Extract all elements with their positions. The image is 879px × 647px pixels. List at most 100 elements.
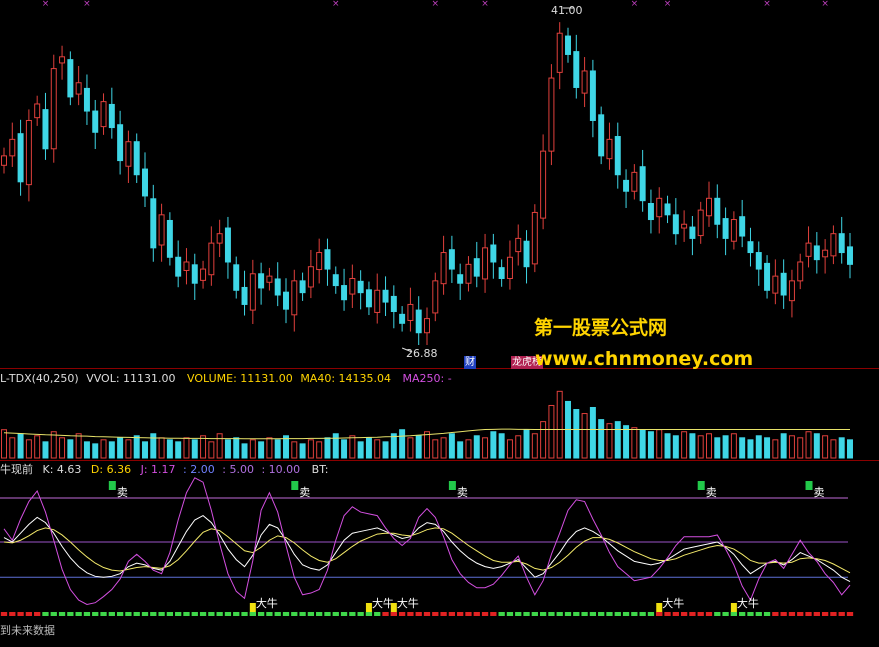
status-strip-cell — [821, 612, 829, 616]
volume-bar — [407, 437, 414, 459]
buy-signal-label: 大牛 — [397, 596, 419, 610]
candle-body — [125, 141, 132, 167]
candle-body — [697, 209, 704, 237]
volume-bar — [183, 437, 190, 459]
volume-indicator-name[interactable]: L-TDX(40,250) — [0, 372, 79, 385]
status-strip-cell — [705, 612, 713, 616]
status-strip-cell — [589, 612, 597, 616]
status-strip-cell — [257, 612, 265, 616]
status-strip-cell — [67, 612, 74, 616]
volume-bar — [490, 431, 497, 459]
vvol-value: VVOL: 11131.00 — [86, 372, 176, 385]
candle-body — [258, 273, 265, 289]
candle-body — [506, 256, 513, 279]
status-strip-cell — [407, 612, 414, 616]
status-strip-cell — [747, 612, 754, 616]
signal-x-mark: × — [42, 0, 50, 9]
candle-body — [249, 273, 256, 311]
volume-bar — [374, 439, 381, 459]
sell-signal-label: 卖 — [706, 486, 717, 499]
status-strip-cell — [382, 612, 389, 616]
volume-bar — [656, 429, 663, 459]
candle-body — [283, 291, 289, 310]
status-strip-cell — [92, 612, 99, 616]
status-strip-cell — [233, 612, 240, 616]
volume-bar — [548, 404, 555, 459]
status-strip-cell — [349, 612, 356, 616]
status-strip-cell — [689, 612, 696, 616]
candle-body — [664, 203, 671, 216]
status-strip-cell — [25, 612, 33, 616]
volume-bar — [813, 433, 820, 459]
volume-bar — [830, 439, 837, 459]
volume-bar — [415, 435, 422, 459]
candle-body — [34, 103, 41, 119]
sell-signal-label: 卖 — [457, 486, 468, 499]
sell-signal-marker — [291, 481, 299, 490]
indicator-name[interactable]: 牛现前 — [0, 463, 33, 476]
status-strip-cell — [432, 612, 439, 616]
status-strip-cell — [515, 612, 522, 616]
status-strip-cell — [216, 612, 223, 616]
volume-bar — [788, 435, 795, 459]
status-strip-cell — [357, 612, 364, 616]
signal-x-mark: × — [332, 0, 340, 9]
candle-body — [266, 275, 273, 283]
candle-body — [614, 136, 621, 176]
volume-value: VOLUME: 11131.00 — [187, 372, 293, 385]
status-strip-cell — [614, 612, 621, 616]
volume-bar — [191, 439, 198, 459]
volume-bar — [67, 439, 74, 459]
status-strip-cell — [772, 612, 779, 616]
volume-bar — [324, 437, 331, 459]
candle-body — [838, 233, 845, 254]
candle-body — [324, 249, 331, 270]
volume-bar — [357, 441, 364, 459]
candle-body — [208, 242, 215, 276]
status-strip-cell — [398, 612, 406, 616]
finance-badge[interactable]: 财 — [464, 356, 476, 369]
volume-bar — [208, 441, 215, 459]
status-strip-cell — [440, 612, 447, 616]
status-strip-cell — [423, 612, 431, 616]
volume-bar — [581, 413, 588, 459]
candle-body — [689, 226, 696, 239]
candle-body — [175, 256, 182, 277]
watermark-title: 第一股票公式网 — [534, 317, 668, 339]
status-strip-cell — [722, 612, 729, 616]
status-strip-cell — [622, 612, 630, 616]
volume-bar — [399, 429, 406, 459]
volume-bar — [42, 441, 49, 459]
candle-body — [440, 252, 447, 285]
status-strip-cell — [340, 612, 348, 616]
volume-bar — [780, 433, 787, 459]
candle-body — [772, 275, 779, 294]
status-strip-cell — [490, 612, 497, 616]
status-strip-cell — [481, 612, 489, 616]
candle-body — [631, 171, 638, 192]
status-strip-cell — [175, 612, 182, 616]
candle-body — [365, 289, 372, 308]
watermark-url: www.chnmoney.com — [535, 348, 754, 370]
status-strip-cell — [473, 612, 480, 616]
buy-signal-label: 大牛 — [662, 596, 684, 610]
volume-bar — [606, 423, 613, 459]
candle-body — [424, 318, 430, 334]
volume-bar — [664, 433, 671, 459]
volume-bar — [166, 439, 173, 459]
status-strip-cell — [680, 612, 688, 616]
volume-bar — [125, 439, 132, 459]
buy-signal-label: 大牛 — [372, 596, 394, 610]
volume-bar — [117, 437, 124, 459]
volume-bar — [573, 409, 580, 459]
status-strip-cell — [100, 612, 107, 616]
chart-svg[interactable]: × × × × × × × × ×卖卖卖卖卖大牛 大牛 大牛 大牛 大牛 — [0, 0, 879, 643]
status-strip-cell — [598, 612, 605, 616]
candle-body — [200, 268, 207, 281]
volume-bar — [92, 443, 99, 459]
candle-body — [589, 70, 596, 121]
status-strip-cell — [183, 612, 190, 616]
status-strip-cell — [730, 612, 738, 616]
sell-signal-marker — [108, 481, 116, 490]
volume-bar — [714, 437, 721, 459]
